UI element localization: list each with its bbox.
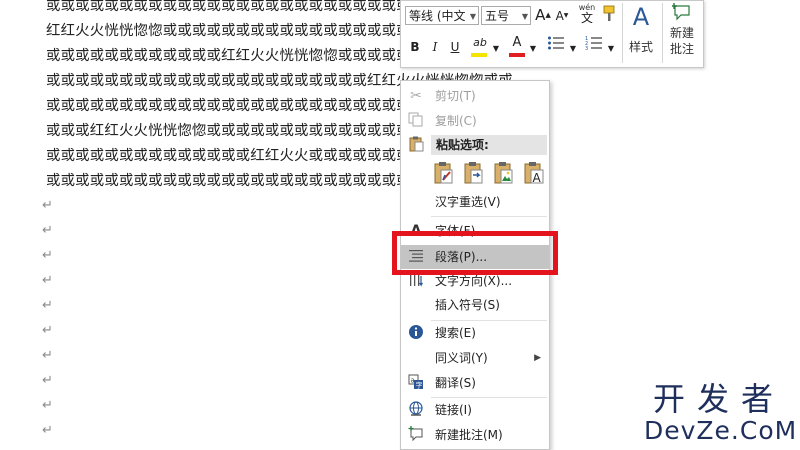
grow-font-icon: A <box>535 6 546 24</box>
phonetic-guide-bottom: 文 <box>580 11 593 25</box>
annotation-red-box <box>392 231 558 275</box>
font-color-icon: A <box>512 35 522 50</box>
chevron-down-icon: ▼ <box>521 12 528 21</box>
paragraph-mark: ↵ <box>42 198 53 213</box>
paste-text-only-button[interactable]: A <box>523 161 545 185</box>
svg-text:字: 字 <box>416 381 423 390</box>
font-size-select[interactable]: 五号 ▼ <box>481 6 531 25</box>
shrink-font-button[interactable]: A▼ <box>555 7 569 25</box>
font-color-bar <box>509 53 525 57</box>
menu-divider <box>431 216 547 217</box>
paste-text-only-icon: A <box>524 162 544 185</box>
menu-item-reselect[interactable]: 汉字重选(V) <box>401 190 549 214</box>
paragraph-mark: ↵ <box>42 373 53 388</box>
menu-item-insert-symbol[interactable]: 插入符号(S) <box>401 293 549 317</box>
menu-item-synonyms[interactable]: 同义词(Y) ▶ <box>401 346 549 370</box>
info-search-icon <box>407 324 425 342</box>
watermark: 开发者 DevZe.CoM <box>644 380 798 445</box>
bullets-button[interactable] <box>545 35 567 57</box>
paragraph-mark: ↵ <box>42 223 53 238</box>
grow-font-button[interactable]: A▲ <box>535 6 551 24</box>
menu-item-label: 插入符号(S) <box>435 298 500 312</box>
paste-picture-icon <box>494 162 513 184</box>
styles-label: 样式 <box>628 40 653 54</box>
paragraph-mark: ↵ <box>42 248 53 263</box>
font-size-value: 五号 <box>485 9 510 23</box>
menu-item-label: 链接(I) <box>435 403 472 417</box>
numbering-icon: 1 2 3 <box>585 36 602 52</box>
new-comment-icon <box>671 3 690 21</box>
paste-picture-button[interactable] <box>493 161 515 185</box>
menu-item-search[interactable]: 搜索(E) <box>401 321 549 345</box>
text-line-2[interactable]: 红红火火恍恍惚惚或或或或或或或或或或或或或或或或或或 <box>46 21 425 41</box>
chevron-down-icon[interactable]: ▼ <box>569 40 577 58</box>
comment-icon <box>407 426 425 444</box>
paragraph-mark: ↵ <box>42 398 53 413</box>
font-color-button[interactable]: A <box>507 34 527 57</box>
text-line-8[interactable]: 或或或或或或或或或或或或或或或或或或或或或或或或或或 <box>46 171 425 191</box>
chevron-down-icon[interactable]: ▼ <box>529 40 537 58</box>
menu-item-new-comment[interactable]: 新建批注(M) <box>401 423 549 447</box>
chevron-down-icon: ▼ <box>469 12 476 21</box>
format-painter-icon <box>603 5 615 21</box>
new-comment-label-line2: 批注 <box>669 42 694 56</box>
svg-text:3: 3 <box>585 46 588 51</box>
text-line-3[interactable]: 或或或或或或或或或或或或红红火火恍恍惚惚或或或或或或 <box>46 46 425 66</box>
menu-item-label: 复制(C) <box>435 114 477 128</box>
phonetic-guide-button[interactable]: wén 文 <box>578 3 596 25</box>
italic-button[interactable]: I <box>427 38 443 56</box>
styles-button[interactable]: A <box>625 3 657 31</box>
menu-item-label: 剪切(T) <box>435 89 476 103</box>
numbering-button[interactable]: 1 2 3 <box>583 35 605 57</box>
highlight-button[interactable]: ab <box>469 34 491 57</box>
text-line-1[interactable]: 或或或或或或或或或或或或或或或或或或或或或或或或或或 <box>46 0 425 16</box>
paste-merge-formatting-button[interactable] <box>463 161 485 185</box>
bullets-icon <box>548 36 564 50</box>
styles-icon: A <box>632 3 650 31</box>
paragraph-mark: ↵ <box>42 323 53 338</box>
font-name-select[interactable]: 等线 (中文 ▼ <box>405 6 479 25</box>
shrink-font-icon: A <box>555 9 564 23</box>
paragraph-mark: ↵ <box>42 423 53 438</box>
bold-button[interactable]: B <box>407 38 423 56</box>
paragraph-mark: ↵ <box>42 348 53 363</box>
watermark-english: DevZe.CoM <box>644 416 798 445</box>
chevron-down-icon[interactable]: ▼ <box>607 40 615 58</box>
menu-item-copy[interactable]: 复制(C) <box>401 109 549 133</box>
highlight-color-bar <box>471 53 487 57</box>
new-comment-label: 新建 批注 <box>665 25 699 57</box>
menu-item-cut[interactable]: ✂ 剪切(T) <box>401 84 549 108</box>
menu-item-label: 翻译(S) <box>435 376 476 390</box>
svg-text:A: A <box>533 171 542 185</box>
scissors-icon: ✂ <box>410 88 422 104</box>
new-comment-button[interactable] <box>665 3 699 27</box>
highlight-icon: ab <box>473 36 487 49</box>
chevron-down-icon[interactable]: ▼ <box>492 40 500 58</box>
link-icon <box>407 401 425 419</box>
paragraph-mark: ↵ <box>42 273 53 288</box>
chevron-right-icon: ▶ <box>534 353 541 363</box>
clipboard-icon <box>407 136 425 154</box>
menu-item-label: 同义词(Y) <box>435 351 488 365</box>
underline-button[interactable]: U <box>447 38 463 56</box>
paste-merge-formatting-icon <box>464 162 483 184</box>
mini-toolbar: 等线 (中文 ▼ 五号 ▼ A▲ A▼ wén 文 B I U ab ▼ A ▼ <box>400 0 704 68</box>
font-name-value: 等线 (中文 <box>409 9 466 23</box>
paste-options-header: 粘贴选项: <box>431 135 547 155</box>
paste-keep-formatting-button[interactable] <box>433 161 455 185</box>
menu-item-translate[interactable]: a字 翻译(S) <box>401 371 549 395</box>
translate-icon: a字 <box>407 374 425 392</box>
menu-item-label: 新建批注(M) <box>435 428 503 442</box>
new-comment-label-line1: 新建 <box>669 26 694 40</box>
format-painter-button[interactable] <box>600 5 618 29</box>
toolbar-divider <box>622 3 623 63</box>
copy-icon <box>407 112 425 130</box>
toolbar-divider <box>662 3 663 63</box>
menu-item-label: 汉字重选(V) <box>435 195 501 209</box>
paragraph-mark: ↵ <box>42 298 53 313</box>
paste-keep-formatting-icon <box>434 162 453 184</box>
menu-item-link[interactable]: 链接(I) <box>401 398 549 422</box>
watermark-chinese: 开发者 <box>652 380 785 418</box>
menu-item-label: 搜索(E) <box>435 326 476 340</box>
